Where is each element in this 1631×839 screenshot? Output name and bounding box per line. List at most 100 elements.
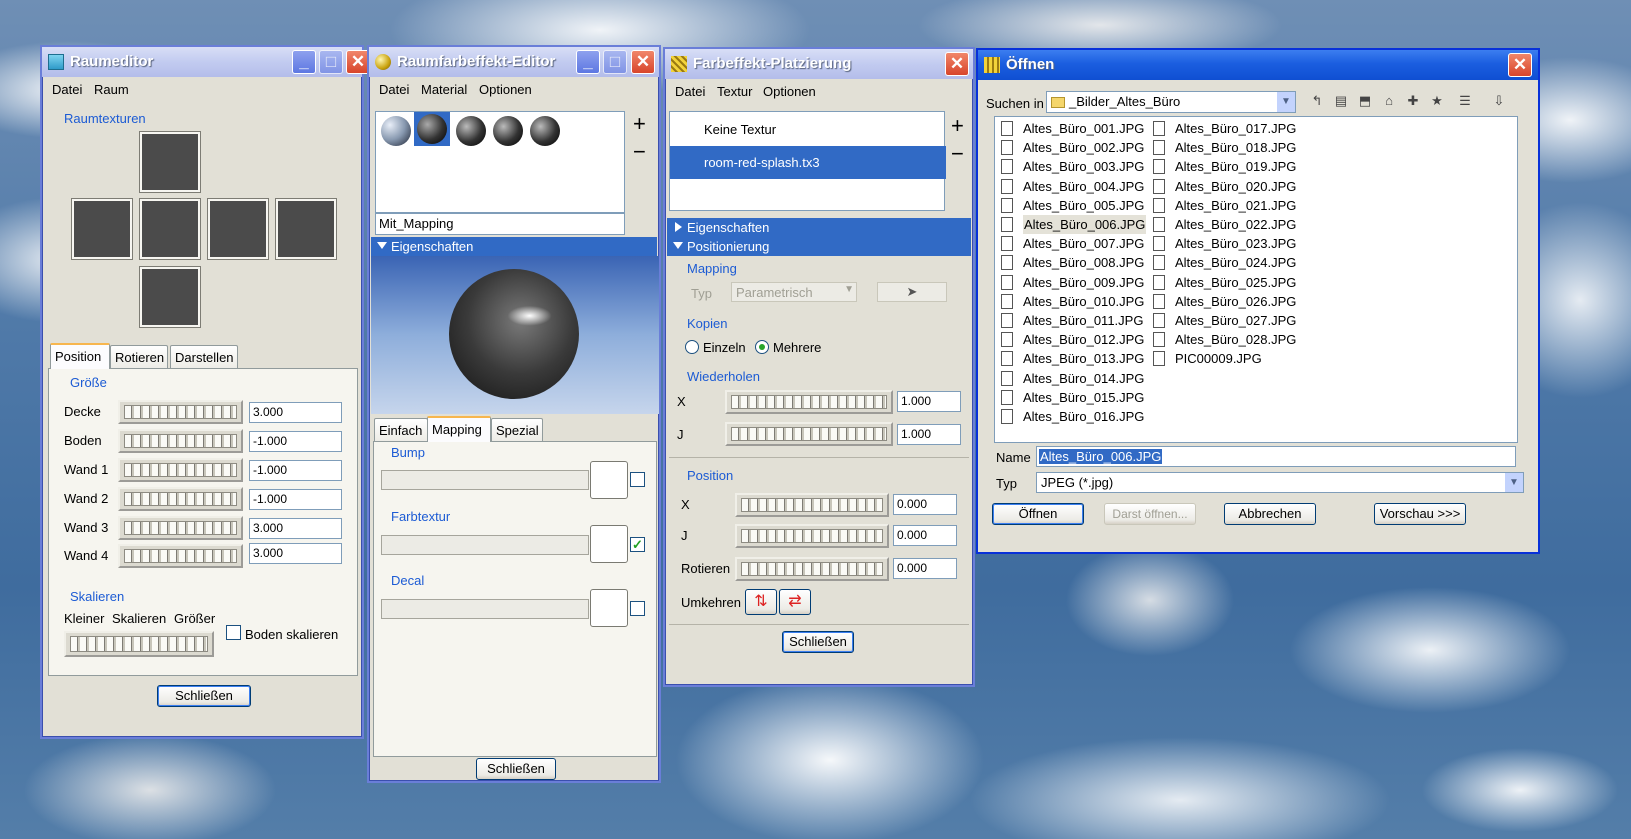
- open-readonly-button[interactable]: Darst öffnen...: [1104, 503, 1196, 525]
- menu-optionen[interactable]: Optionen: [479, 82, 532, 97]
- file-item[interactable]: Altes_Büro_018.JPG: [1153, 138, 1296, 157]
- slider-repeat-x[interactable]: [725, 390, 893, 414]
- section-eigenschaften[interactable]: Eigenschaften: [667, 218, 971, 237]
- menu-material[interactable]: Material: [421, 82, 467, 97]
- minimize-button[interactable]: _: [576, 50, 600, 74]
- tab-darstellen[interactable]: Darstellen: [170, 345, 238, 369]
- value-pos-x[interactable]: 0.000: [893, 494, 957, 515]
- file-item[interactable]: Altes_Büro_027.JPG: [1153, 311, 1296, 330]
- title-bar[interactable]: Farbeffekt-Platzierung ✕: [665, 49, 973, 79]
- tab-einfach[interactable]: Einfach: [374, 418, 428, 442]
- slider-wand-2[interactable]: [118, 487, 243, 511]
- file-item[interactable]: Altes_Büro_026.JPG: [1153, 292, 1296, 311]
- desktop-icon[interactable]: ⬒: [1356, 92, 1374, 110]
- slider-repeat-j[interactable]: [725, 422, 893, 446]
- farbtextur-field[interactable]: [381, 535, 589, 555]
- title-bar[interactable]: Raumfarbeffekt-Editor _ □ ✕: [369, 47, 659, 77]
- file-item[interactable]: Altes_Büro_020.JPG: [1153, 177, 1296, 196]
- pick-point-button[interactable]: ➤: [877, 282, 947, 302]
- slider-rotieren[interactable]: [735, 557, 889, 581]
- file-item[interactable]: Altes_Büro_008.JPG: [1001, 253, 1144, 272]
- tab-spezial[interactable]: Spezial: [491, 418, 543, 442]
- file-item[interactable]: PIC00009.JPG: [1153, 349, 1262, 368]
- menu-datei[interactable]: Datei: [52, 82, 82, 97]
- section-positionierung[interactable]: Positionierung: [667, 237, 971, 256]
- texture-list-item[interactable]: Keine Textur: [704, 122, 776, 137]
- up-folder-icon[interactable]: ↰: [1308, 92, 1326, 110]
- remove-material-button[interactable]: −: [633, 139, 646, 165]
- material-name-field[interactable]: Mit_Mapping: [375, 213, 625, 235]
- file-item[interactable]: Altes_Büro_015.JPG: [1001, 388, 1144, 407]
- slider-wand-4[interactable]: [118, 544, 243, 568]
- close-button[interactable]: Schließen: [476, 758, 556, 780]
- file-item[interactable]: Altes_Büro_012.JPG: [1001, 330, 1144, 349]
- download-icon[interactable]: ⇩: [1490, 92, 1508, 110]
- close-icon[interactable]: ✕: [631, 50, 655, 74]
- file-item[interactable]: Altes_Büro_016.JPG: [1001, 407, 1144, 426]
- filetype-select[interactable]: JPEG (*.jpg) ▼: [1036, 472, 1524, 493]
- add-material-button[interactable]: +: [633, 111, 646, 137]
- maximize-button[interactable]: □: [603, 50, 627, 74]
- slider-scale[interactable]: [64, 631, 214, 657]
- radio-mehrere[interactable]: [755, 340, 769, 354]
- material-sphere-1[interactable]: [381, 116, 411, 146]
- material-list[interactable]: [375, 111, 625, 213]
- slider-wand-3[interactable]: [118, 516, 243, 540]
- value-repeat-x[interactable]: 1.000: [897, 391, 961, 412]
- typ-select[interactable]: Parametrisch ▼: [731, 282, 857, 302]
- decal-swatch[interactable]: [590, 589, 628, 627]
- farbtextur-checkbox[interactable]: ✓: [630, 537, 645, 552]
- file-item[interactable]: Altes_Büro_014.JPG: [1001, 369, 1144, 388]
- texture-wall-2[interactable]: [139, 198, 201, 260]
- file-item[interactable]: Altes_Büro_023.JPG: [1153, 234, 1296, 253]
- slider-pos-j[interactable]: [735, 524, 889, 548]
- file-item[interactable]: Altes_Büro_010.JPG: [1001, 292, 1144, 311]
- file-item-selected[interactable]: Altes_Büro_006.JPG: [1001, 215, 1147, 234]
- view-menu-icon[interactable]: ☰: [1456, 92, 1474, 110]
- close-icon[interactable]: ✕: [945, 52, 969, 76]
- remove-texture-button[interactable]: −: [951, 141, 964, 167]
- material-sphere-4[interactable]: [493, 116, 523, 146]
- material-sphere-3[interactable]: [456, 116, 486, 146]
- flip-horizontal-button[interactable]: ⇄: [779, 589, 811, 615]
- value-wand-1[interactable]: -1.000: [249, 460, 342, 481]
- file-item[interactable]: Altes_Büro_025.JPG: [1153, 273, 1296, 292]
- value-repeat-j[interactable]: 1.000: [897, 424, 961, 445]
- slider-pos-x[interactable]: [735, 493, 889, 517]
- value-decke[interactable]: 3.000: [249, 402, 342, 423]
- close-button[interactable]: Schließen: [782, 631, 854, 653]
- texture-wall-4[interactable]: [275, 198, 337, 260]
- material-sphere-2-selected[interactable]: [414, 112, 450, 146]
- file-item[interactable]: Altes_Büro_028.JPG: [1153, 330, 1296, 349]
- texture-list-item[interactable]: room-red-splash.tx3: [704, 155, 820, 170]
- file-item[interactable]: Altes_Büro_001.JPG: [1001, 119, 1144, 138]
- look-in-select[interactable]: _Bilder_Altes_Büro ▼: [1046, 91, 1296, 113]
- menu-textur[interactable]: Textur: [717, 84, 752, 99]
- network-icon[interactable]: ⌂: [1380, 92, 1398, 110]
- texture-list[interactable]: Keine Textur room-red-splash.tx3: [669, 111, 946, 211]
- filename-input[interactable]: Altes_Büro_006.JPG: [1036, 446, 1516, 467]
- title-bar[interactable]: Raumeditor _ □ ✕: [42, 47, 370, 77]
- file-item[interactable]: Altes_Büro_004.JPG: [1001, 177, 1144, 196]
- texture-wall-3[interactable]: [207, 198, 269, 260]
- file-item[interactable]: Altes_Büro_017.JPG: [1153, 119, 1296, 138]
- material-sphere-5[interactable]: [530, 116, 560, 146]
- slider-wand-1[interactable]: [118, 458, 243, 482]
- close-icon[interactable]: ✕: [1508, 53, 1532, 77]
- close-button[interactable]: Schließen: [157, 685, 251, 707]
- file-item[interactable]: Altes_Büro_002.JPG: [1001, 138, 1144, 157]
- value-wand-2[interactable]: -1.000: [249, 489, 342, 510]
- value-pos-j[interactable]: 0.000: [893, 525, 957, 546]
- tab-position[interactable]: Position: [50, 343, 110, 369]
- value-boden[interactable]: -1.000: [249, 431, 342, 452]
- texture-wall-1[interactable]: [71, 198, 133, 260]
- decal-checkbox[interactable]: [630, 601, 645, 616]
- slider-decke[interactable]: [118, 400, 243, 424]
- tab-mapping[interactable]: Mapping: [427, 416, 491, 442]
- title-bar[interactable]: Öffnen ✕: [978, 50, 1538, 80]
- file-item[interactable]: Altes_Büro_024.JPG: [1153, 253, 1296, 272]
- file-item[interactable]: Altes_Büro_007.JPG: [1001, 234, 1144, 253]
- menu-datei[interactable]: Datei: [379, 82, 409, 97]
- tab-rotieren[interactable]: Rotieren: [110, 345, 168, 369]
- recent-icon[interactable]: ▤: [1332, 92, 1350, 110]
